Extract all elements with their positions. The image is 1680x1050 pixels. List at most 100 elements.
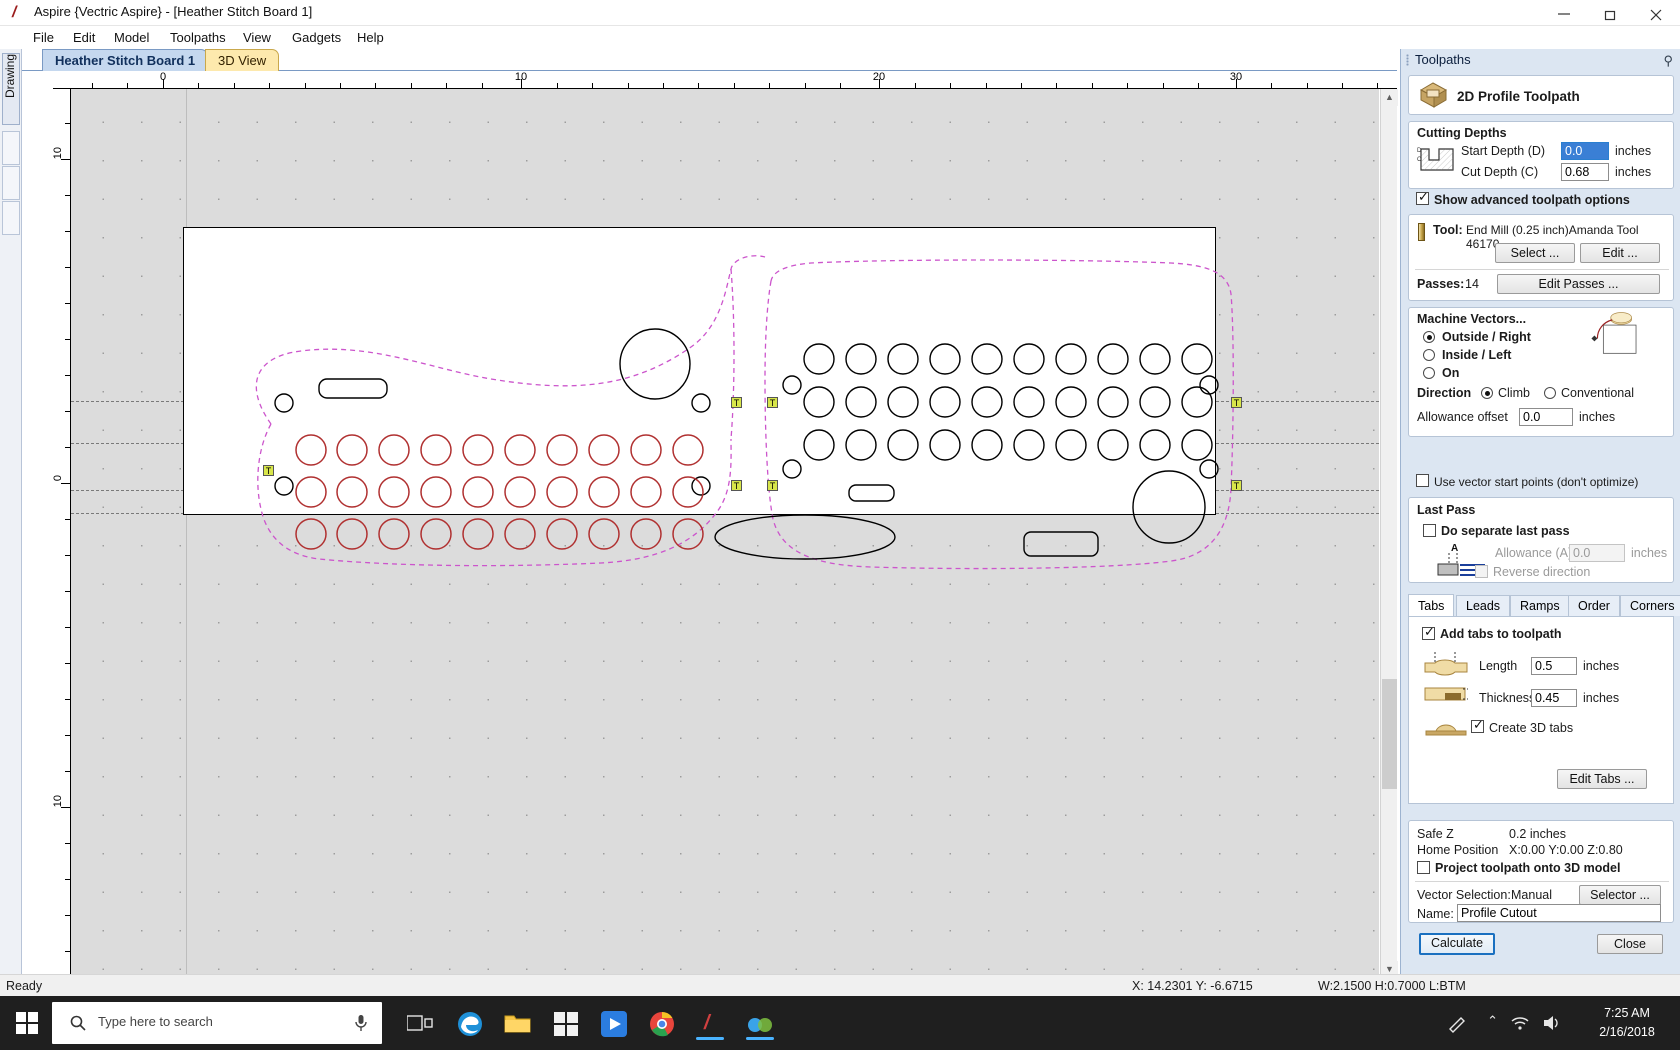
clock[interactable]: 7:25 AM 2/16/2018: [1588, 1004, 1666, 1042]
last-pass-icon-letter: A: [1451, 543, 1458, 554]
last-pass-allowance-input[interactable]: [1569, 544, 1625, 562]
tab-marker[interactable]: T: [767, 480, 778, 491]
minimize-button[interactable]: [1542, 0, 1588, 26]
radio-inside-left[interactable]: [1423, 349, 1435, 361]
use-start-points-checkbox[interactable]: [1416, 474, 1429, 487]
project-toolpath-checkbox[interactable]: [1417, 861, 1430, 874]
chrome-icon[interactable]: [642, 1006, 682, 1042]
volume-icon[interactable]: [1542, 1014, 1562, 1032]
file-explorer-icon[interactable]: [498, 1006, 538, 1042]
tab-corners[interactable]: Corners: [1620, 595, 1680, 616]
ruler-h-label-10: 10: [514, 71, 528, 83]
menu-item-model[interactable]: Model: [107, 29, 156, 47]
start-depth-label: Start Depth (D): [1461, 144, 1546, 158]
radio-outside-right[interactable]: [1423, 331, 1435, 343]
tab-leads[interactable]: Leads: [1456, 595, 1511, 616]
home-position-value: X:0.00 Y:0.00 Z:0.80: [1509, 843, 1623, 857]
active-app-indicator-2: [746, 1037, 774, 1040]
do-separate-last-pass-checkbox[interactable]: [1423, 524, 1436, 537]
menu-item-gadgets[interactable]: Gadgets: [285, 29, 348, 47]
calculate-button[interactable]: Calculate: [1419, 933, 1495, 955]
tab-tabs[interactable]: Tabs: [1408, 594, 1455, 617]
wifi-icon[interactable]: [1510, 1015, 1530, 1031]
task-view-icon[interactable]: [400, 1006, 440, 1042]
aspire-icon[interactable]: /: [690, 1006, 730, 1042]
tool-group: Tool: End Mill (0.25 inch)Amanda Tool 46…: [1408, 214, 1674, 301]
allowance-offset-input[interactable]: [1519, 408, 1573, 426]
scroll-up-button[interactable]: ▲: [1381, 89, 1398, 106]
ruler-h-label-0: 0: [159, 71, 167, 83]
menu-item-edit[interactable]: Edit: [66, 29, 102, 47]
create-3d-tabs-checkbox[interactable]: [1471, 717, 1484, 733]
maximize-button[interactable]: [1588, 0, 1634, 26]
radio-climb[interactable]: [1481, 387, 1493, 399]
menu-item-file[interactable]: File: [26, 29, 61, 47]
reverse-direction-label: Reverse direction: [1493, 565, 1591, 579]
radio-conventional[interactable]: [1544, 387, 1556, 399]
panel-grip-icon[interactable]: [1406, 54, 1409, 66]
chevron-up-icon[interactable]: ⌃: [1487, 1013, 1498, 1029]
do-separate-last-pass-label: Do separate last pass: [1441, 524, 1570, 538]
vertical-scrollbar[interactable]: ▲ ▼: [1380, 89, 1398, 978]
vector-artwork[interactable]: [71, 89, 1379, 978]
menu-item-help[interactable]: Help: [350, 29, 391, 47]
toolpath-options-tabs: Tabs Leads Ramps Order Corners Add tabs …: [1408, 594, 1680, 805]
tab-marker[interactable]: T: [731, 397, 742, 408]
vertical-ruler[interactable]: 10 0 10: [53, 89, 71, 978]
cut-depth-input[interactable]: [1561, 163, 1609, 181]
pen-icon[interactable]: [1448, 1013, 1468, 1033]
add-tabs-label: Add tabs to toolpath: [1440, 627, 1562, 641]
tab-order[interactable]: Order: [1568, 595, 1620, 616]
doc-tab-3d-view[interactable]: 3D View: [205, 49, 280, 71]
show-advanced-checkbox[interactable]: [1416, 189, 1429, 205]
vcarve-icon[interactable]: [740, 1006, 780, 1042]
edit-tabs-button[interactable]: Edit Tabs ...: [1557, 769, 1647, 789]
close-button-panel[interactable]: Close: [1597, 934, 1663, 954]
tab-marker[interactable]: T: [767, 397, 778, 408]
drawing-tab[interactable]: Drawing: [2, 53, 20, 125]
microphone-icon[interactable]: [354, 1014, 368, 1032]
edit-passes-button[interactable]: Edit Passes ...: [1497, 274, 1660, 294]
name-label: Name:: [1417, 907, 1454, 921]
select-tool-button[interactable]: Select ...: [1495, 243, 1575, 263]
edge-icon[interactable]: [450, 1006, 490, 1042]
title-bar: / Aspire {Vectric Aspire} - [Heather Sti…: [0, 0, 1680, 26]
search-box[interactable]: Type here to search: [52, 1002, 382, 1044]
drawing-surface[interactable]: T T T T T T T: [71, 89, 1379, 978]
pin-icon[interactable]: ⚲: [1663, 53, 1673, 69]
windows-taskbar: Type here to search / ⌃ 7:25 AM 2/16/201…: [0, 996, 1680, 1050]
tab-marker[interactable]: T: [1231, 397, 1242, 408]
panel-title: Toolpaths: [1415, 52, 1471, 67]
left-dock-slot-2[interactable]: [2, 166, 20, 200]
home-position-label: Home Position: [1417, 843, 1499, 857]
menu-item-toolpaths[interactable]: Toolpaths: [163, 29, 233, 47]
tab-length-input[interactable]: [1531, 657, 1577, 675]
left-dock-slot-1[interactable]: [2, 131, 20, 165]
doc-tab-heather-stitch-board-1[interactable]: Heather Stitch Board 1: [42, 49, 209, 71]
tab-marker[interactable]: T: [1231, 480, 1242, 491]
allowance-offset-label: Allowance offset: [1417, 410, 1508, 424]
end-mill-icon: [1418, 223, 1425, 241]
tab-thickness-input[interactable]: [1531, 689, 1577, 707]
horizontal-ruler[interactable]: 0 10 20 30: [53, 71, 1397, 89]
left-dock-slot-3[interactable]: [2, 201, 20, 235]
tab-marker[interactable]: T: [731, 480, 742, 491]
tab-ramps[interactable]: Ramps: [1510, 595, 1570, 616]
start-depth-input[interactable]: [1561, 142, 1609, 160]
toolpath-type-box: 2D Profile Toolpath: [1408, 75, 1674, 115]
toolpath-name-input[interactable]: [1457, 904, 1661, 922]
radio-on[interactable]: [1423, 367, 1435, 379]
tab-marker[interactable]: T: [263, 465, 274, 476]
media-player-icon[interactable]: [594, 1006, 634, 1042]
start-button[interactable]: [0, 996, 52, 1050]
menu-item-view[interactable]: View: [236, 29, 278, 47]
selector-button[interactable]: Selector ...: [1579, 885, 1661, 905]
add-tabs-checkbox[interactable]: [1422, 624, 1435, 640]
reverse-direction-checkbox[interactable]: [1475, 565, 1488, 578]
vertical-scroll-thumb[interactable]: [1382, 679, 1397, 789]
safe-z-value: 0.2 inches: [1509, 827, 1566, 841]
search-placeholder: Type here to search: [98, 1014, 213, 1029]
edit-tool-button[interactable]: Edit ...: [1580, 243, 1660, 263]
close-button[interactable]: [1634, 0, 1680, 26]
store-icon[interactable]: [546, 1006, 586, 1042]
